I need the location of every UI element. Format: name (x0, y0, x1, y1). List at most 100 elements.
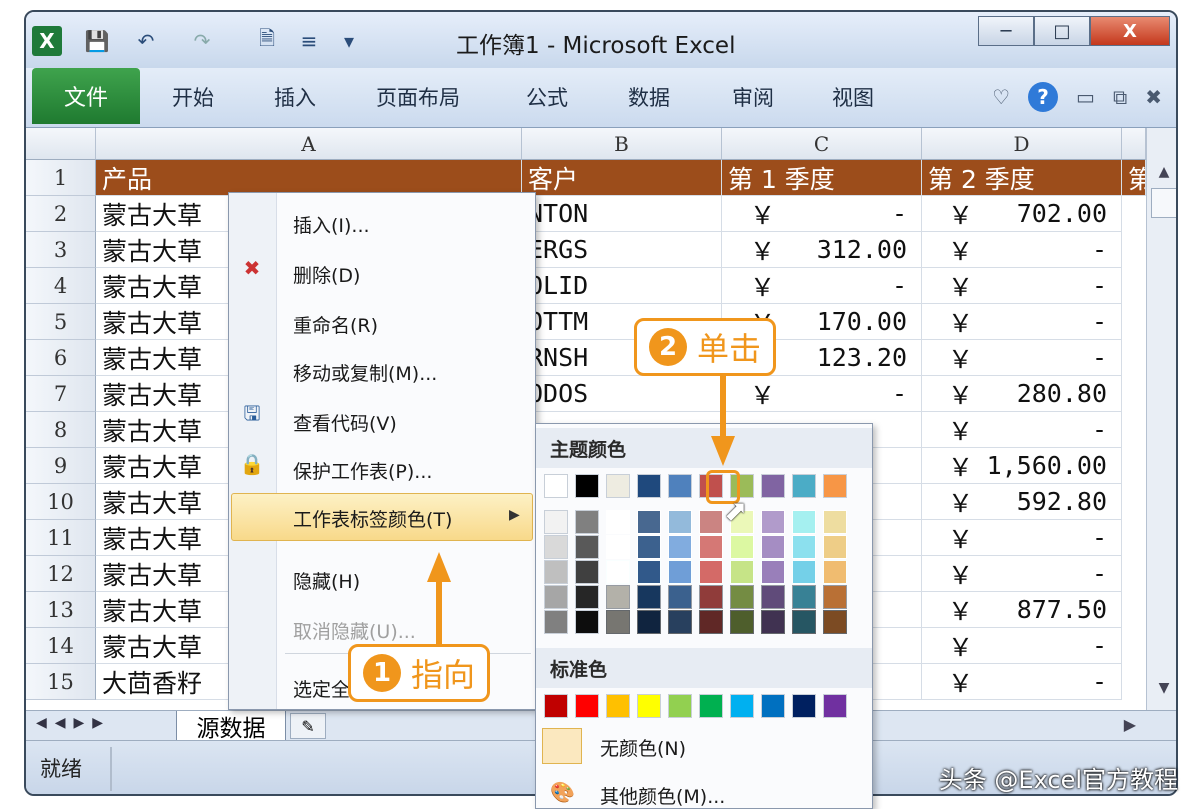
theme-color-variant-swatch[interactable] (544, 585, 568, 609)
menu-item-move-copy[interactable]: 移动或复制(M)... (293, 359, 437, 386)
theme-color-variant-swatch[interactable] (823, 510, 847, 534)
cell-q2[interactable]: ￥ - (922, 340, 1122, 376)
theme-color-variant-swatch[interactable] (575, 510, 599, 534)
standard-color-swatch[interactable] (544, 694, 568, 718)
theme-color-variant-swatch[interactable] (730, 610, 754, 634)
standard-color-swatch[interactable] (575, 694, 599, 718)
theme-color-swatch[interactable] (575, 474, 599, 498)
column-header-b[interactable]: B (522, 128, 722, 160)
theme-color-variant-swatch[interactable] (792, 510, 816, 534)
row-header[interactable]: 8 (26, 412, 96, 448)
theme-color-variant-swatch[interactable] (699, 510, 723, 534)
theme-color-variant-swatch[interactable] (699, 535, 723, 559)
row-header[interactable]: 11 (26, 520, 96, 556)
theme-color-swatch[interactable] (544, 474, 568, 498)
theme-color-variant-swatch[interactable] (823, 610, 847, 634)
theme-color-swatch[interactable] (606, 474, 630, 498)
menu-item-rename[interactable]: 重命名(R) (293, 311, 378, 338)
hscroll-right-icon[interactable]: ▶ (1124, 715, 1136, 734)
tab-review[interactable]: 审阅 (732, 82, 774, 112)
theme-color-variant-swatch[interactable] (637, 610, 661, 634)
theme-color-variant-swatch[interactable] (761, 535, 785, 559)
menu-item-view-code[interactable]: 查看代码(V) (293, 409, 397, 436)
doc-restore-icon[interactable]: ⧉ (1113, 85, 1127, 109)
standard-color-swatch[interactable] (637, 694, 661, 718)
theme-color-variant-swatch[interactable] (761, 585, 785, 609)
row-header[interactable]: 15 (26, 664, 96, 700)
theme-color-variant-swatch[interactable] (575, 585, 599, 609)
theme-color-variant-swatch[interactable] (637, 585, 661, 609)
cell-q1[interactable]: ￥ - (722, 196, 922, 232)
cell-q2[interactable]: ￥ 1,560.00 (922, 448, 1122, 484)
cell-customer[interactable]: OLID (522, 268, 722, 304)
column-header-c[interactable]: C (722, 128, 922, 160)
save-icon[interactable]: 💾 (82, 26, 112, 56)
standard-color-swatch[interactable] (668, 694, 692, 718)
row-header[interactable]: 4 (26, 268, 96, 304)
theme-color-variant-swatch[interactable] (606, 585, 630, 609)
no-color-swatch[interactable] (542, 728, 582, 764)
insert-sheet-icon[interactable]: ✎ (290, 713, 326, 739)
theme-color-variant-swatch[interactable] (699, 610, 723, 634)
theme-color-variant-swatch[interactable] (668, 535, 692, 559)
header-cell-q1[interactable]: 第 1 季度 (722, 160, 922, 196)
theme-color-variant-swatch[interactable] (699, 585, 723, 609)
theme-color-variant-swatch[interactable] (544, 560, 568, 584)
theme-color-variant-swatch[interactable] (544, 535, 568, 559)
theme-color-variant-swatch[interactable] (761, 510, 785, 534)
row-header[interactable]: 1 (26, 160, 96, 196)
cell-q2[interactable]: ￥ 592.80 (922, 484, 1122, 520)
theme-color-variant-swatch[interactable] (792, 585, 816, 609)
row-header[interactable]: 2 (26, 196, 96, 232)
more-colors-option[interactable]: 其他颜色(M)... (600, 782, 725, 809)
row-header[interactable]: 10 (26, 484, 96, 520)
theme-color-variant-swatch[interactable] (761, 560, 785, 584)
row-header[interactable]: 9 (26, 448, 96, 484)
theme-color-variant-swatch[interactable] (637, 510, 661, 534)
cell-q2[interactable]: ￥ 280.80 (922, 376, 1122, 412)
column-header-d[interactable]: D (922, 128, 1122, 160)
menu-item-hide[interactable]: 隐藏(H) (293, 567, 360, 594)
scroll-thumb[interactable] (1151, 188, 1176, 218)
undo-icon[interactable]: ↶ (126, 26, 166, 56)
cell-q2[interactable]: ￥ - (922, 412, 1122, 448)
cell-q1[interactable]: ￥ - (722, 268, 922, 304)
theme-color-variant-swatch[interactable] (544, 510, 568, 534)
row-header[interactable]: 14 (26, 628, 96, 664)
menu-item-insert[interactable]: 插入(I)... (293, 211, 370, 238)
theme-color-variant-swatch[interactable] (792, 610, 816, 634)
theme-color-variant-swatch[interactable] (575, 535, 599, 559)
minimize-button[interactable]: ─ (978, 16, 1034, 46)
header-cell-customer[interactable]: 客户 (522, 160, 722, 196)
theme-color-variant-swatch[interactable] (668, 560, 692, 584)
row-header[interactable]: 13 (26, 592, 96, 628)
tab-insert[interactable]: 插入 (274, 82, 316, 112)
standard-color-swatch[interactable] (699, 694, 723, 718)
row-header[interactable]: 6 (26, 340, 96, 376)
tab-page-layout[interactable]: 页面布局 (376, 82, 460, 112)
close-button[interactable]: X (1090, 16, 1170, 46)
cell-q2[interactable]: ￥ - (922, 232, 1122, 268)
theme-color-variant-swatch[interactable] (792, 535, 816, 559)
maximize-button[interactable]: □ (1034, 16, 1090, 46)
tab-file[interactable]: 文件 (32, 68, 140, 124)
theme-color-variant-swatch[interactable] (823, 535, 847, 559)
no-color-option[interactable]: 无颜色(N) (600, 734, 686, 761)
scroll-down-icon[interactable]: ▼ (1151, 680, 1176, 702)
theme-color-variant-swatch[interactable] (575, 610, 599, 634)
theme-color-variant-swatch[interactable] (792, 560, 816, 584)
column-header-a[interactable]: A (96, 128, 522, 160)
row-header[interactable]: 3 (26, 232, 96, 268)
row-header[interactable]: 5 (26, 304, 96, 340)
select-all-corner[interactable] (26, 128, 96, 160)
tab-view[interactable]: 视图 (832, 82, 874, 112)
cell-q2[interactable]: ￥ - (922, 664, 1122, 700)
cell-customer[interactable]: ODOS (522, 376, 722, 412)
theme-color-variant-swatch[interactable] (730, 585, 754, 609)
standard-color-swatch[interactable] (792, 694, 816, 718)
cell-q2[interactable]: ￥ - (922, 268, 1122, 304)
doc-minimize-icon[interactable]: ▭ (1076, 85, 1095, 109)
header-cell-product[interactable]: 产品 (96, 160, 522, 196)
vertical-scrollbar[interactable]: ▲ ▼ (1146, 128, 1176, 710)
tab-home[interactable]: 开始 (172, 82, 214, 112)
